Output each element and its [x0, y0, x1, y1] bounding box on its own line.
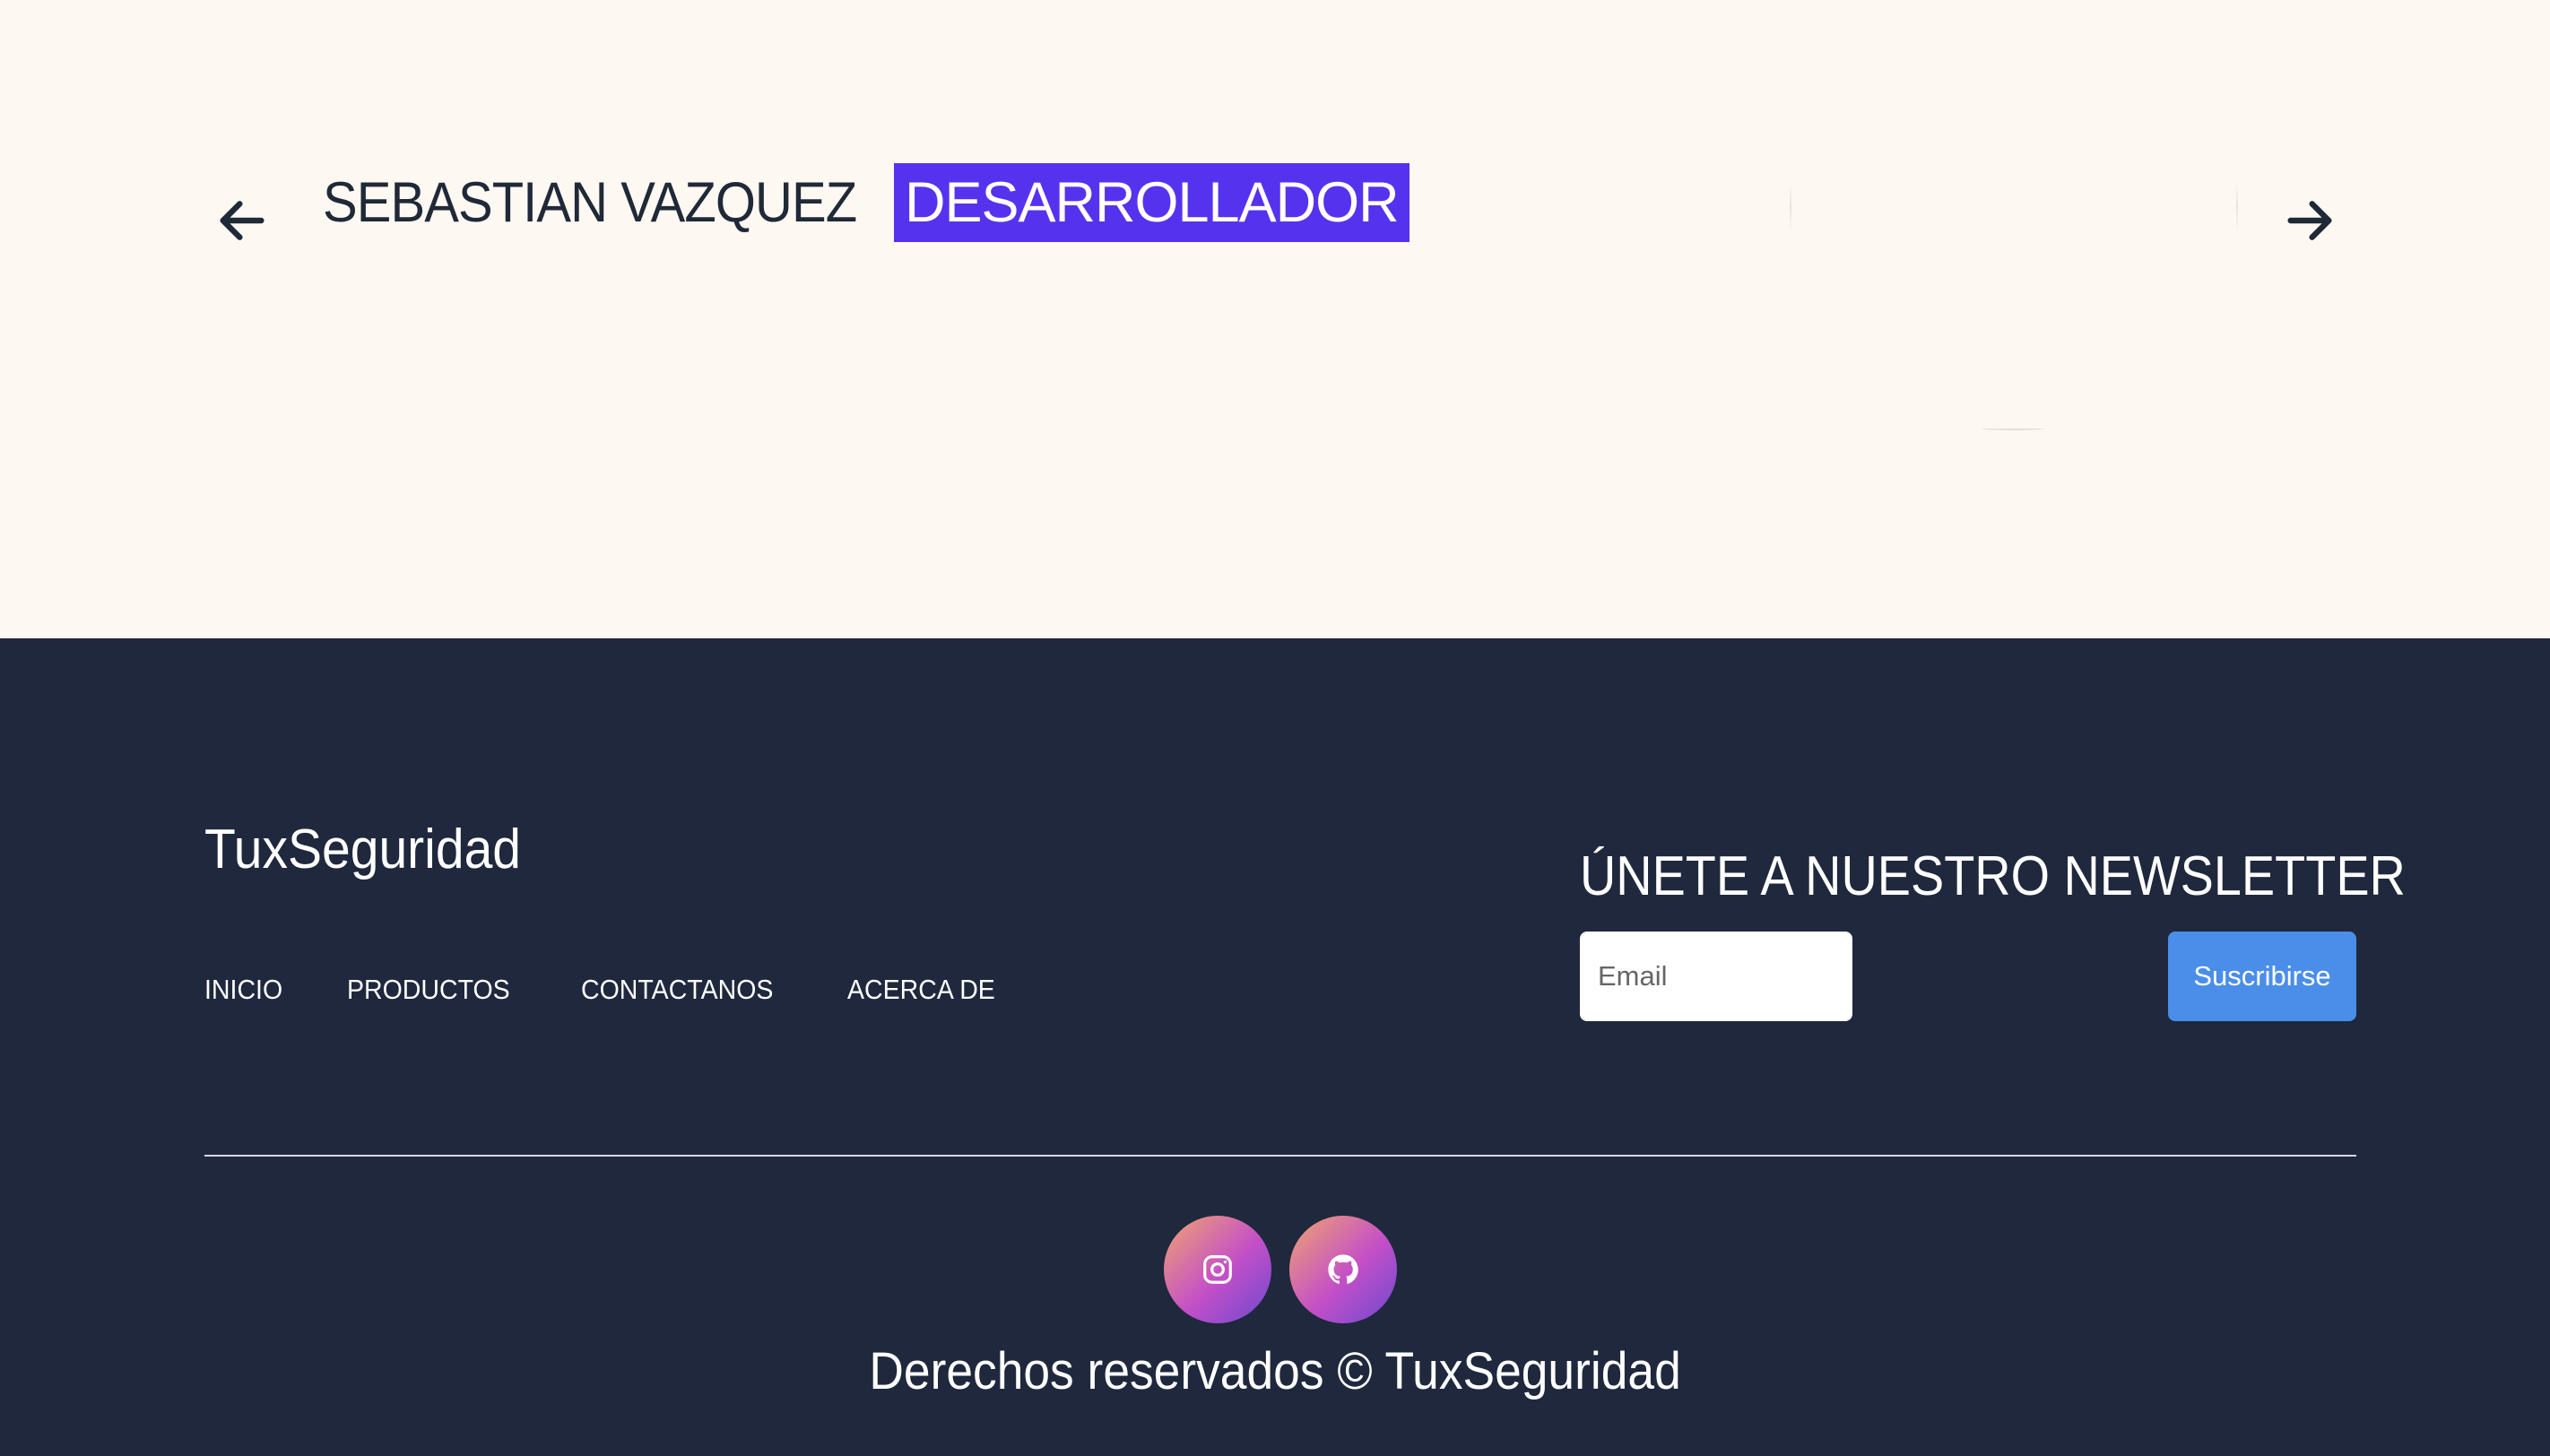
footer-divider [204, 1155, 2356, 1157]
newsletter-title: ÚNETE A NUESTRO NEWSLETTER [1580, 845, 2406, 907]
github-button[interactable] [1289, 1216, 1397, 1323]
card-left-edge [1790, 181, 1791, 233]
instagram-icon [1203, 1255, 1232, 1284]
copyright-label: Derechos reservados © TuxSeguridad [869, 1342, 1681, 1400]
card-bottom-edge [1982, 427, 2044, 430]
newsletter-email-input[interactable] [1580, 932, 1852, 1021]
nav-link-inicio[interactable]: INICIO [204, 974, 282, 1006]
nav-link-acerca-de[interactable]: ACERCA DE [847, 974, 995, 1006]
card-right-edge [2236, 181, 2238, 233]
subscribe-button[interactable]: Suscribirse [2168, 932, 2356, 1021]
next-slide-button[interactable] [2274, 185, 2346, 256]
instagram-button[interactable] [1164, 1216, 1271, 1323]
social-links [1164, 1216, 1397, 1323]
github-icon [1328, 1254, 1358, 1285]
copyright-text: Derechos reservados © TuxSeguridad [0, 1341, 2550, 1401]
site-footer: TuxSeguridad INICIO PRODUCTOS CONTACTANO… [0, 638, 2550, 1456]
testimonial-slider: SEBASTIAN VAZQUEZ DESARROLLADOR [0, 0, 2550, 638]
slide-heading: SEBASTIAN VAZQUEZ DESARROLLADOR [323, 163, 1409, 242]
arrow-left-icon [220, 201, 265, 240]
footer-nav: INICIO PRODUCTOS CONTACTANOS ACERCA DE [204, 974, 1009, 1006]
footer-brand[interactable]: TuxSeguridad [204, 818, 521, 881]
previous-slide-button[interactable] [206, 185, 278, 256]
arrow-right-icon [2287, 201, 2332, 240]
person-name: SEBASTIAN VAZQUEZ [323, 171, 857, 234]
nav-link-contactanos[interactable]: CONTACTANOS [581, 974, 773, 1006]
person-role-highlight: DESARROLLADOR [893, 163, 1409, 242]
nav-link-productos[interactable]: PRODUCTOS [347, 974, 510, 1006]
